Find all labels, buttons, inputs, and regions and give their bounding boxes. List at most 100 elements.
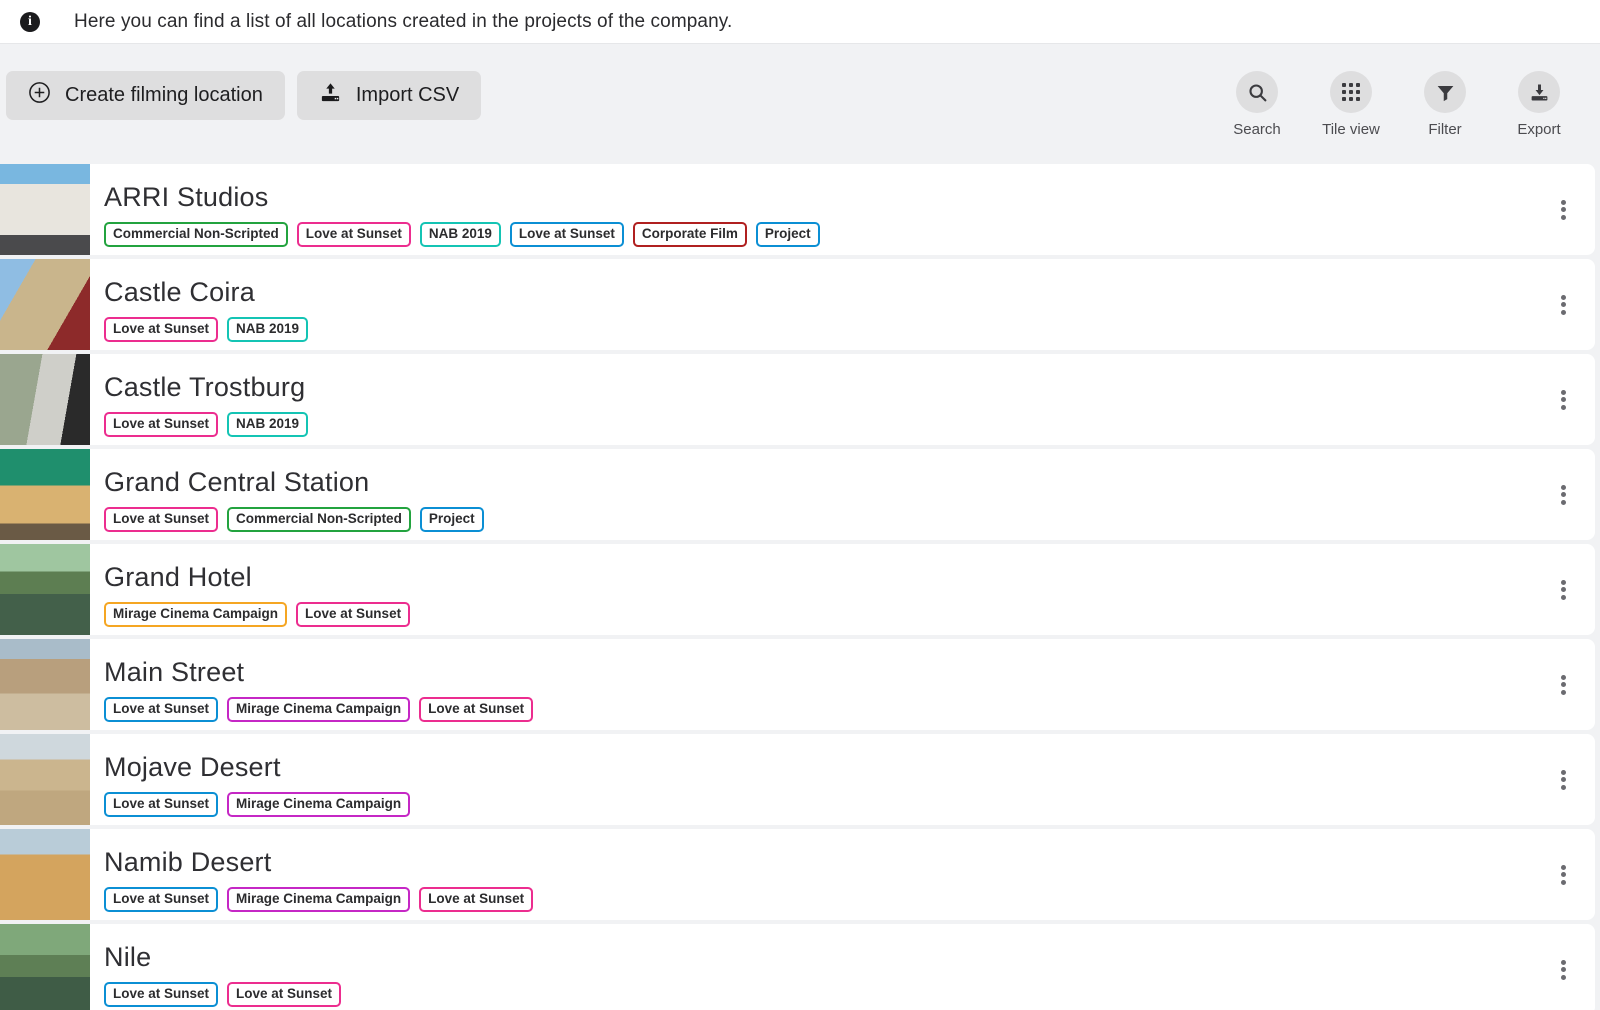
grid-icon — [1330, 71, 1372, 113]
tag-badge[interactable]: Love at Sunset — [104, 506, 219, 533]
tag-badge[interactable]: Corporate Film — [632, 221, 747, 248]
toolbar: Create filming location Import CSV Searc — [0, 44, 1600, 164]
plus-circle-icon — [28, 81, 51, 110]
location-details: Nile Love at Sunset Love at Sunset — [90, 924, 1531, 1010]
location-details: Main Street Love at Sunset Mirage Cinema C… — [90, 639, 1531, 730]
tag-badge[interactable]: Love at Sunset — [227, 981, 342, 1008]
kebab-menu-icon[interactable] — [1531, 544, 1595, 635]
download-icon — [1518, 71, 1560, 113]
tag-badge[interactable]: Love at Sunset — [296, 601, 411, 628]
tag-badge[interactable]: NAB 2019 — [227, 316, 309, 343]
location-thumbnail — [0, 449, 90, 540]
table-row[interactable]: Grand Hotel Mirage Cinema Campaign Love at… — [0, 544, 1595, 635]
tag-badge[interactable]: Mirage Cinema Campaign — [227, 696, 411, 723]
tag-badge[interactable]: Project — [419, 506, 484, 533]
table-row[interactable]: Castle Coira Love at Sunset NAB 2019 — [0, 259, 1595, 350]
location-thumbnail — [0, 354, 90, 445]
tag-badge[interactable]: Love at Sunset — [104, 981, 219, 1008]
upload-icon — [319, 81, 342, 110]
location-title: Grand Central Station — [104, 466, 370, 497]
tag-badge[interactable]: Love at Sunset — [509, 221, 624, 248]
kebab-menu-icon[interactable] — [1531, 259, 1595, 350]
kebab-menu-icon[interactable] — [1531, 829, 1595, 920]
tag-badge[interactable]: Love at Sunset — [419, 696, 534, 723]
tag-badge[interactable]: NAB 2019 — [227, 411, 309, 438]
tag-badge[interactable]: Project — [755, 221, 820, 248]
tag-badge[interactable]: Love at Sunset — [104, 791, 219, 818]
tag-badge[interactable]: Mirage Cinema Campaign — [104, 601, 288, 628]
tag-list: Love at Sunset NAB 2019 — [104, 316, 1531, 343]
funnel-icon — [1424, 71, 1466, 113]
location-title: Castle Coira — [104, 276, 255, 307]
filming-locations-list: ARRI Studios Commercial Non-Scripted Love … — [0, 164, 1600, 1010]
table-row[interactable]: Grand Central Station Love at Sunset Comme… — [0, 449, 1595, 540]
tag-badge[interactable]: Commercial Non-Scripted — [227, 506, 411, 533]
tag-list: Love at Sunset NAB 2019 — [104, 411, 1531, 438]
table-row[interactable]: ARRI Studios Commercial Non-Scripted Love … — [0, 164, 1595, 255]
search-icon — [1236, 71, 1278, 113]
tag-badge[interactable]: Love at Sunset — [104, 411, 219, 438]
export-tool-button[interactable]: Export — [1500, 71, 1578, 138]
tag-badge[interactable]: Love at Sunset — [104, 316, 219, 343]
kebab-menu-icon[interactable] — [1531, 734, 1595, 825]
kebab-menu-icon[interactable] — [1531, 639, 1595, 730]
location-details: Castle Coira Love at Sunset NAB 2019 — [90, 259, 1531, 350]
location-thumbnail — [0, 259, 90, 350]
location-details: Namib Desert Love at Sunset Mirage Cinema … — [90, 829, 1531, 920]
export-tool-label: Export — [1517, 121, 1561, 138]
tag-badge[interactable]: Mirage Cinema Campaign — [227, 886, 411, 913]
tag-badge[interactable]: Love at Sunset — [296, 221, 411, 248]
kebab-menu-icon[interactable] — [1531, 449, 1595, 540]
tag-list: Love at Sunset Mirage Cinema Campaign Love… — [104, 886, 1531, 913]
location-thumbnail — [0, 164, 90, 255]
tag-badge[interactable]: Love at Sunset — [104, 886, 219, 913]
table-row[interactable]: Castle Trostburg Love at Sunset NAB 2019 — [0, 354, 1595, 445]
search-tool-button[interactable]: Search — [1218, 71, 1296, 138]
location-thumbnail — [0, 829, 90, 920]
tag-badge[interactable]: Mirage Cinema Campaign — [227, 791, 411, 818]
location-thumbnail — [0, 734, 90, 825]
tag-badge[interactable]: Commercial Non-Scripted — [104, 221, 288, 248]
kebab-menu-icon[interactable] — [1531, 354, 1595, 445]
table-row[interactable]: Namib Desert Love at Sunset Mirage Cinema … — [0, 829, 1595, 920]
location-details: ARRI Studios Commercial Non-Scripted Love … — [90, 164, 1531, 255]
location-title: Mojave Desert — [104, 751, 281, 782]
tag-list: Love at Sunset Commercial Non-Scripted Pro… — [104, 506, 1531, 533]
filter-tool-button[interactable]: Filter — [1406, 71, 1484, 138]
location-title: Grand Hotel — [104, 561, 252, 592]
tile-view-tool-button[interactable]: Tile view — [1312, 71, 1390, 138]
tag-list: Love at Sunset Mirage Cinema Campaign Love… — [104, 696, 1531, 723]
info-icon: i — [20, 11, 40, 32]
import-csv-label: Import CSV — [355, 84, 460, 106]
kebab-menu-icon[interactable] — [1531, 924, 1595, 1010]
filter-tool-label: Filter — [1428, 121, 1462, 138]
toolbar-tools: Search Tile view Filter Export — [1218, 71, 1578, 138]
location-details: Mojave Desert Love at Sunset Mirage Cinema… — [90, 734, 1531, 825]
tag-badge[interactable]: Love at Sunset — [104, 696, 219, 723]
toolbar-actions: Create filming location Import CSV — [6, 71, 482, 120]
info-banner: i Here you can find a list of all locati… — [0, 0, 1600, 44]
location-thumbnail — [0, 924, 90, 1010]
tag-list: Mirage Cinema Campaign Love at Sunset — [104, 601, 1531, 628]
tag-badge[interactable]: NAB 2019 — [419, 221, 501, 248]
location-thumbnail — [0, 639, 90, 730]
table-row[interactable]: Mojave Desert Love at Sunset Mirage Cinema… — [0, 734, 1595, 825]
search-tool-label: Search — [1233, 121, 1281, 138]
create-filming-location-label: Create filming location — [65, 84, 263, 106]
location-title: Namib Desert — [104, 846, 272, 877]
location-thumbnail — [0, 544, 90, 635]
create-filming-location-button[interactable]: Create filming location — [6, 71, 285, 120]
tile-view-tool-label: Tile view — [1322, 121, 1380, 138]
table-row[interactable]: Main Street Love at Sunset Mirage Cinema C… — [0, 639, 1595, 730]
location-title: Main Street — [104, 656, 245, 687]
location-title: ARRI Studios — [104, 181, 269, 212]
tag-list: Love at Sunset Mirage Cinema Campaign — [104, 791, 1531, 818]
kebab-menu-icon[interactable] — [1531, 164, 1595, 255]
import-csv-button[interactable]: Import CSV — [296, 71, 482, 120]
table-row[interactable]: Nile Love at Sunset Love at Sunset — [0, 924, 1595, 1010]
info-banner-text: Here you can find a list of all location… — [74, 10, 733, 32]
tag-list: Commercial Non-Scripted Love at Sunset NAB… — [104, 221, 1531, 248]
location-details: Grand Hotel Mirage Cinema Campaign Love at… — [90, 544, 1531, 635]
location-details: Castle Trostburg Love at Sunset NAB 2019 — [90, 354, 1531, 445]
tag-badge[interactable]: Love at Sunset — [419, 886, 534, 913]
